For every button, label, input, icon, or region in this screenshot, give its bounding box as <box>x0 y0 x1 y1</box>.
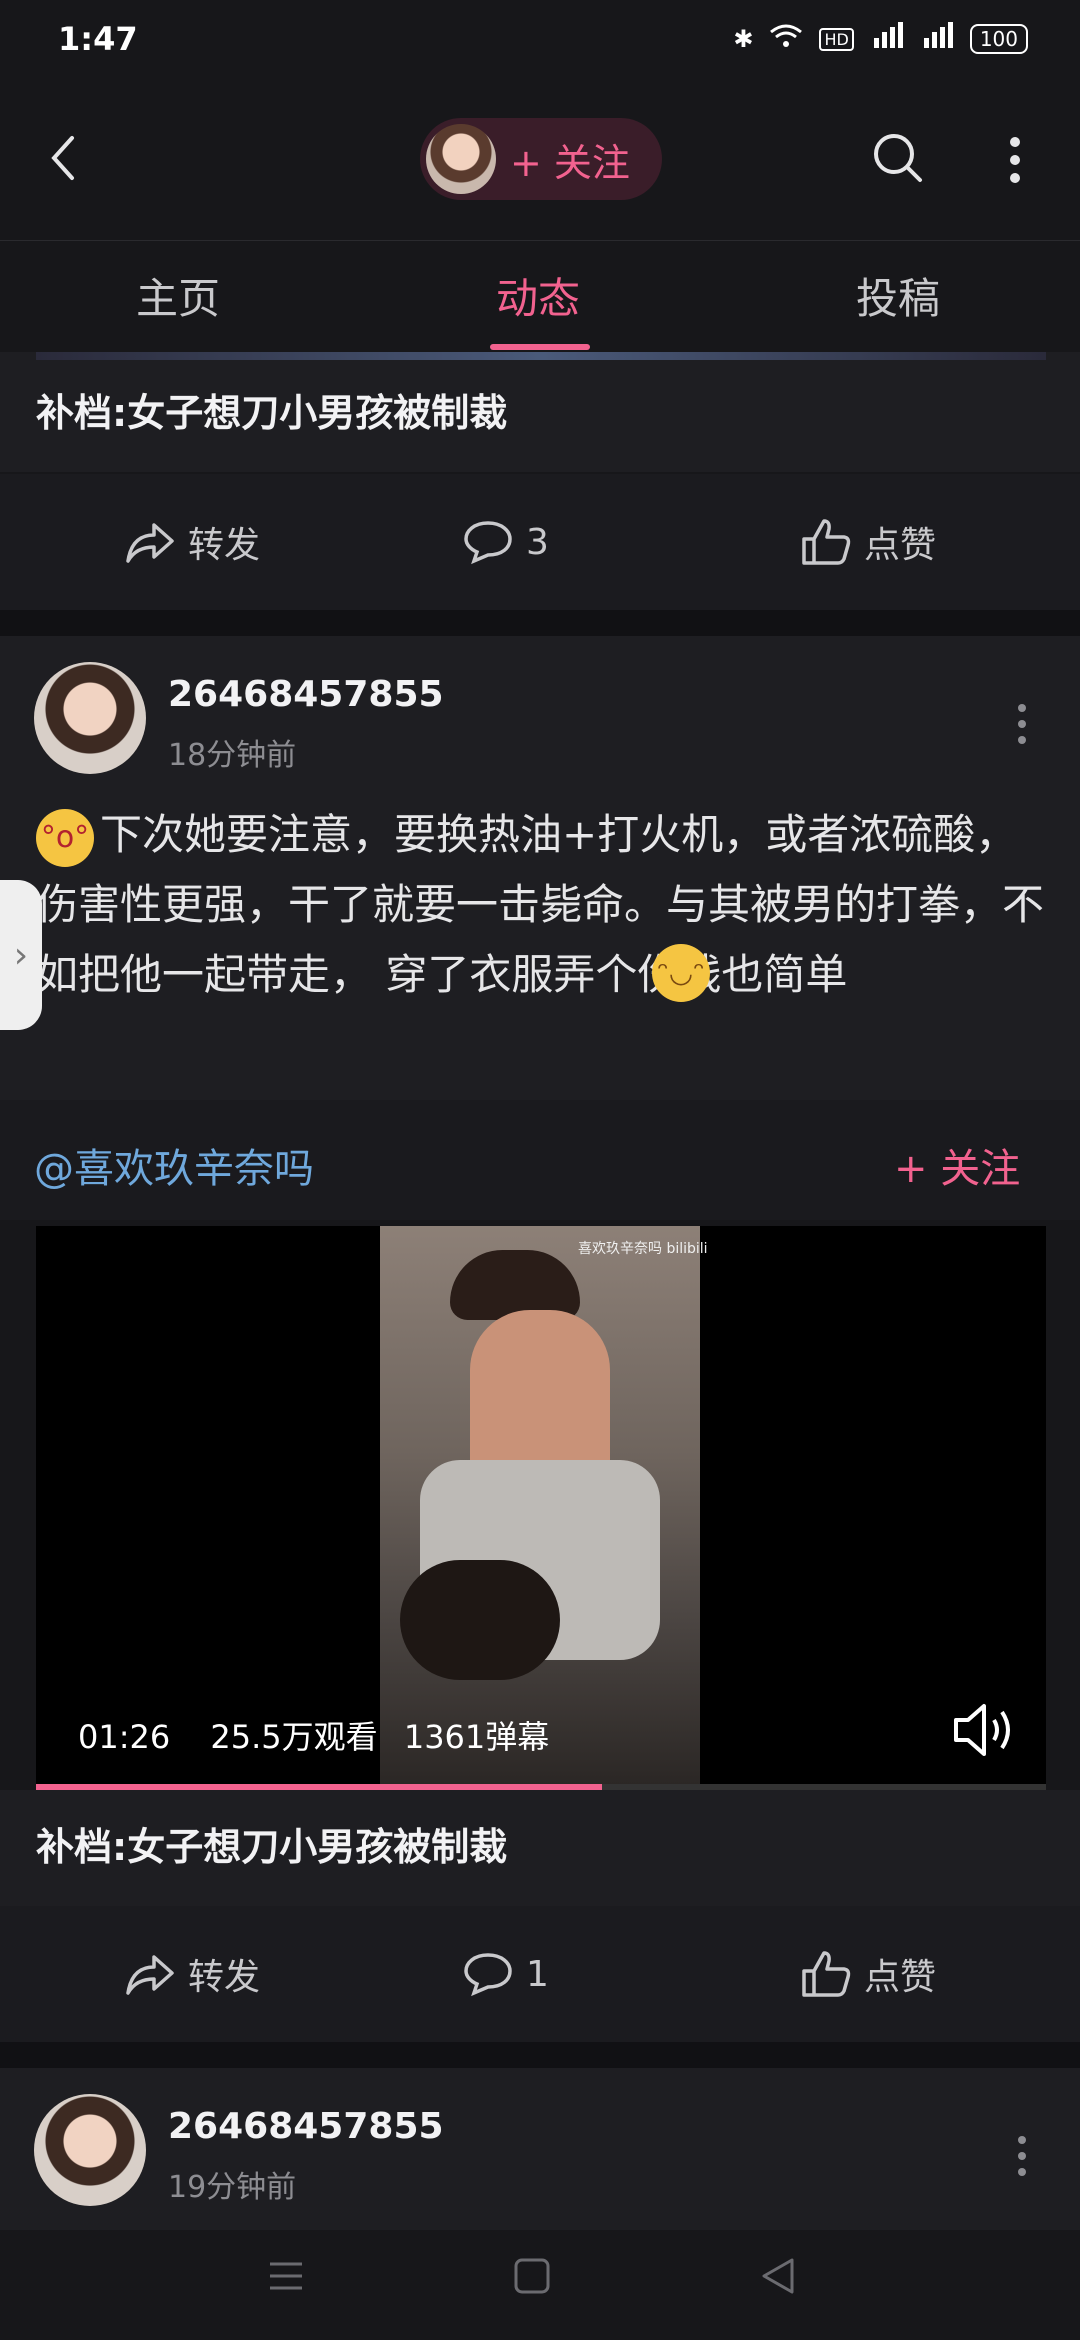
status-icons: ✱ HD 100 <box>733 22 1028 56</box>
divider <box>0 610 1080 636</box>
avatar <box>426 124 496 194</box>
video-views: 25.5万观看 <box>210 1718 378 1756</box>
video-meta: 01:26 25.5万观看 1361弹幕 <box>78 1712 549 1758</box>
thumbs-up-icon <box>802 1951 851 1997</box>
search-icon[interactable] <box>868 128 928 188</box>
tab-dynamics[interactable]: 动态 <box>496 265 580 326</box>
post-title[interactable]: 补档:女子想刀小男孩被制裁 <box>36 1816 507 1871</box>
status-time: 1:47 <box>58 20 138 58</box>
comment-button[interactable]: 1 <box>462 1906 549 2042</box>
side-drawer-handle[interactable]: › <box>0 880 42 1030</box>
post-body[interactable]: °o° 下次她要注意，要换热油+打火机，或者浓硫酸，伤害性更强，干了就要一击毙命。… <box>36 800 1046 1010</box>
comment-count: 1 <box>526 1953 549 1995</box>
tab-posts[interactable]: 投稿 <box>856 265 940 326</box>
avatar[interactable] <box>34 2094 146 2206</box>
username[interactable]: 26468457855 <box>168 2106 444 2147</box>
bluetooth-icon: ✱ <box>733 25 754 53</box>
repost-button[interactable]: 转发 <box>124 474 260 610</box>
shocked-emoji-icon: °o° <box>36 808 94 867</box>
tab-indicator <box>490 344 590 350</box>
mention-link[interactable]: @喜欢玖辛奈吗 <box>34 1136 314 1194</box>
back-icon[interactable] <box>40 128 90 188</box>
hd-icon: HD <box>819 27 854 51</box>
battery-icon: 100 <box>969 24 1028 54</box>
follow-button[interactable]: + 关注 <box>894 1136 1020 1194</box>
comment-button[interactable]: 3 <box>462 474 549 610</box>
comment-icon <box>464 1953 512 1997</box>
more-icon[interactable] <box>1010 2132 1034 2184</box>
video-watermark: 喜欢玖辛奈吗 bilibili <box>578 1241 708 1257</box>
comment-count: 3 <box>526 521 549 563</box>
post-card <box>0 2068 1080 2238</box>
menu-icon[interactable] <box>266 2256 306 2300</box>
like-button[interactable]: 点赞 <box>800 474 936 610</box>
more-icon[interactable] <box>1000 130 1030 190</box>
post-time: 18分钟前 <box>168 738 297 773</box>
repost-button[interactable]: 转发 <box>124 1906 260 2042</box>
share-icon <box>126 523 174 563</box>
grinning-emoji-icon: ᵔ◡ᵔ <box>652 944 710 1002</box>
like-label: 点赞 <box>864 525 937 566</box>
video-thumbnail-edge <box>36 352 1046 360</box>
video-duration: 01:26 <box>78 1718 171 1756</box>
thumbs-up-icon <box>802 519 851 565</box>
profile-follow-pill[interactable]: + 关注 <box>420 118 662 200</box>
volume-icon[interactable] <box>950 1700 1020 1764</box>
repost-label: 转发 <box>188 1957 261 1998</box>
home-icon[interactable] <box>512 2256 552 2300</box>
4g-signal-icon <box>870 22 904 56</box>
more-icon[interactable] <box>1010 700 1034 752</box>
back-nav-icon[interactable] <box>758 2256 798 2300</box>
comment-icon <box>464 521 512 565</box>
follow-button[interactable]: + 关注 <box>510 132 630 187</box>
post-time: 19分钟前 <box>168 2170 297 2205</box>
post-body-text: 下次她要注意，要换热油+打火机，或者浓硫酸，伤害性更强，干了就要一击毙命。与其被… <box>36 810 1045 999</box>
username[interactable]: 26468457855 <box>168 674 444 715</box>
video-danmaku: 1361弹幕 <box>403 1718 550 1756</box>
wifi-icon <box>769 23 803 55</box>
4g-signal-icon <box>920 22 954 56</box>
share-icon <box>126 1955 174 1995</box>
chevron-right-icon: › <box>13 934 29 976</box>
like-label: 点赞 <box>864 1957 937 1998</box>
post-title[interactable]: 补档:女子想刀小男孩被制裁 <box>36 382 507 437</box>
divider <box>0 2042 1080 2068</box>
avatar[interactable] <box>34 662 146 774</box>
repost-label: 转发 <box>188 525 261 566</box>
video-figure <box>400 1560 560 1680</box>
like-button[interactable]: 点赞 <box>800 1906 936 2042</box>
tab-home[interactable]: 主页 <box>136 265 220 326</box>
